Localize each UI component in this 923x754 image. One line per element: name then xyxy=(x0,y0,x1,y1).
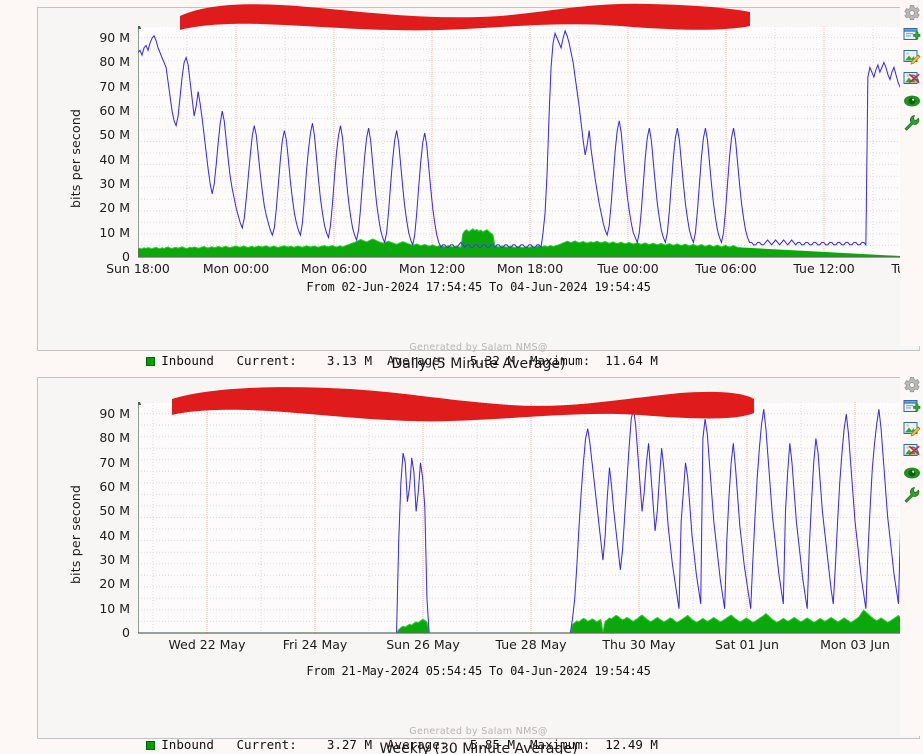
x-tick-label: Mon 18:00 xyxy=(496,261,564,276)
x-tick-label: Tue 12:00 xyxy=(793,261,855,276)
y-tick-label: 10 M xyxy=(99,600,130,616)
x-tick-label: Fri 24 May xyxy=(282,637,348,652)
generated-by-weekly: Generated by Salam NMS@ xyxy=(409,726,548,737)
page-root: bits per second 0 10 M 20 M 30 M 40 M 50 M 60 … xyxy=(0,0,923,754)
wrench-icon[interactable] xyxy=(903,114,921,132)
x-tick-label: Tue 00:00 xyxy=(597,261,659,276)
generated-by-daily: Generated by Salam NMS@ xyxy=(409,342,548,353)
view-eye-icon[interactable] xyxy=(903,464,921,482)
y-tick-label: 80 M xyxy=(99,54,130,70)
x-tick-label: Tue 06:00 xyxy=(695,261,757,276)
edit-image-icon[interactable] xyxy=(903,48,921,66)
x-tick-label: Tue 28 May xyxy=(495,637,567,652)
x-tick-label: Sat 01 Jun xyxy=(715,637,779,652)
y-tick-label: 40 M xyxy=(99,151,130,167)
delete-image-icon[interactable] xyxy=(903,70,921,88)
y-tick-label: 30 M xyxy=(99,176,130,192)
y-tick-label: 60 M xyxy=(99,479,130,495)
y-tick-label: 50 M xyxy=(99,127,130,143)
caption-daily: Daily (5 Minute Average) xyxy=(391,356,566,372)
graph-panel-weekly: bits per second 0 10 M 20 M 30 M 40 M 50 M 60 … xyxy=(37,377,923,752)
edit-image-icon[interactable] xyxy=(903,420,921,438)
y-tick-label: 10 M xyxy=(99,224,130,240)
y-tick-label: 50 M xyxy=(99,503,130,519)
left-margin-strip xyxy=(0,0,37,754)
x-tick-label: Mon 03 Jun xyxy=(820,637,890,652)
x-tick-label: Sun 18:00 xyxy=(106,261,170,276)
y-tick-label: 20 M xyxy=(99,200,130,216)
y-tick-label: 40 M xyxy=(99,527,130,543)
y-tick-label: 0 xyxy=(122,625,130,640)
y-tick-label: 90 M xyxy=(99,406,130,422)
time-range-daily: From 02-Jun-2024 17:54:45 To 04-Jun-2024… xyxy=(306,280,651,294)
y-axis-label-weekly: bits per second xyxy=(68,484,83,584)
x-tick-label: Mon 06:00 xyxy=(300,261,368,276)
y-tick-label: 60 M xyxy=(99,103,130,119)
add-window-icon[interactable] xyxy=(903,26,921,44)
x-tick-label: Sun 26 May xyxy=(386,637,460,652)
rrd-canvas-weekly: bits per second 0 10 M 20 M 30 M 40 M 50 M 60 … xyxy=(38,378,923,752)
gear-icon[interactable] xyxy=(903,4,921,22)
x-tick-label: Mon 00:00 xyxy=(202,261,270,276)
x-tick-label: Wed 22 May xyxy=(168,637,246,652)
y-axis-label-daily: bits per second xyxy=(68,108,83,208)
y-tick-label: 70 M xyxy=(99,78,130,94)
caption-weekly: Weekly (30 Minute Average) xyxy=(379,741,578,754)
y-tick-label: 30 M xyxy=(99,552,130,568)
icon-rail-daily xyxy=(900,2,923,346)
icon-rail-weekly xyxy=(900,374,923,736)
y-tick-label: 20 M xyxy=(99,576,130,592)
plot-series-daily xyxy=(138,26,923,261)
time-range-weekly: From 21-May-2024 05:54:45 To 04-Jun-2024… xyxy=(306,664,651,678)
plot-series-weekly xyxy=(138,402,923,637)
gear-icon[interactable] xyxy=(903,376,921,394)
add-window-icon[interactable] xyxy=(903,398,921,416)
view-eye-icon[interactable] xyxy=(903,92,921,110)
y-tick-label: 70 M xyxy=(99,454,130,470)
x-tick-label: Mon 12:00 xyxy=(398,261,466,276)
y-tick-label: 80 M xyxy=(99,430,130,446)
y-tick-label: 90 M xyxy=(99,30,130,46)
x-tick-label: Thu 30 May xyxy=(602,637,676,652)
delete-image-icon[interactable] xyxy=(903,442,921,460)
wrench-icon[interactable] xyxy=(903,486,921,504)
rrd-canvas-daily: bits per second 0 10 M 20 M 30 M 40 M 50 M 60 … xyxy=(38,8,923,443)
graph-panel-daily: bits per second 0 10 M 20 M 30 M 40 M 50 M 60 … xyxy=(37,7,923,443)
